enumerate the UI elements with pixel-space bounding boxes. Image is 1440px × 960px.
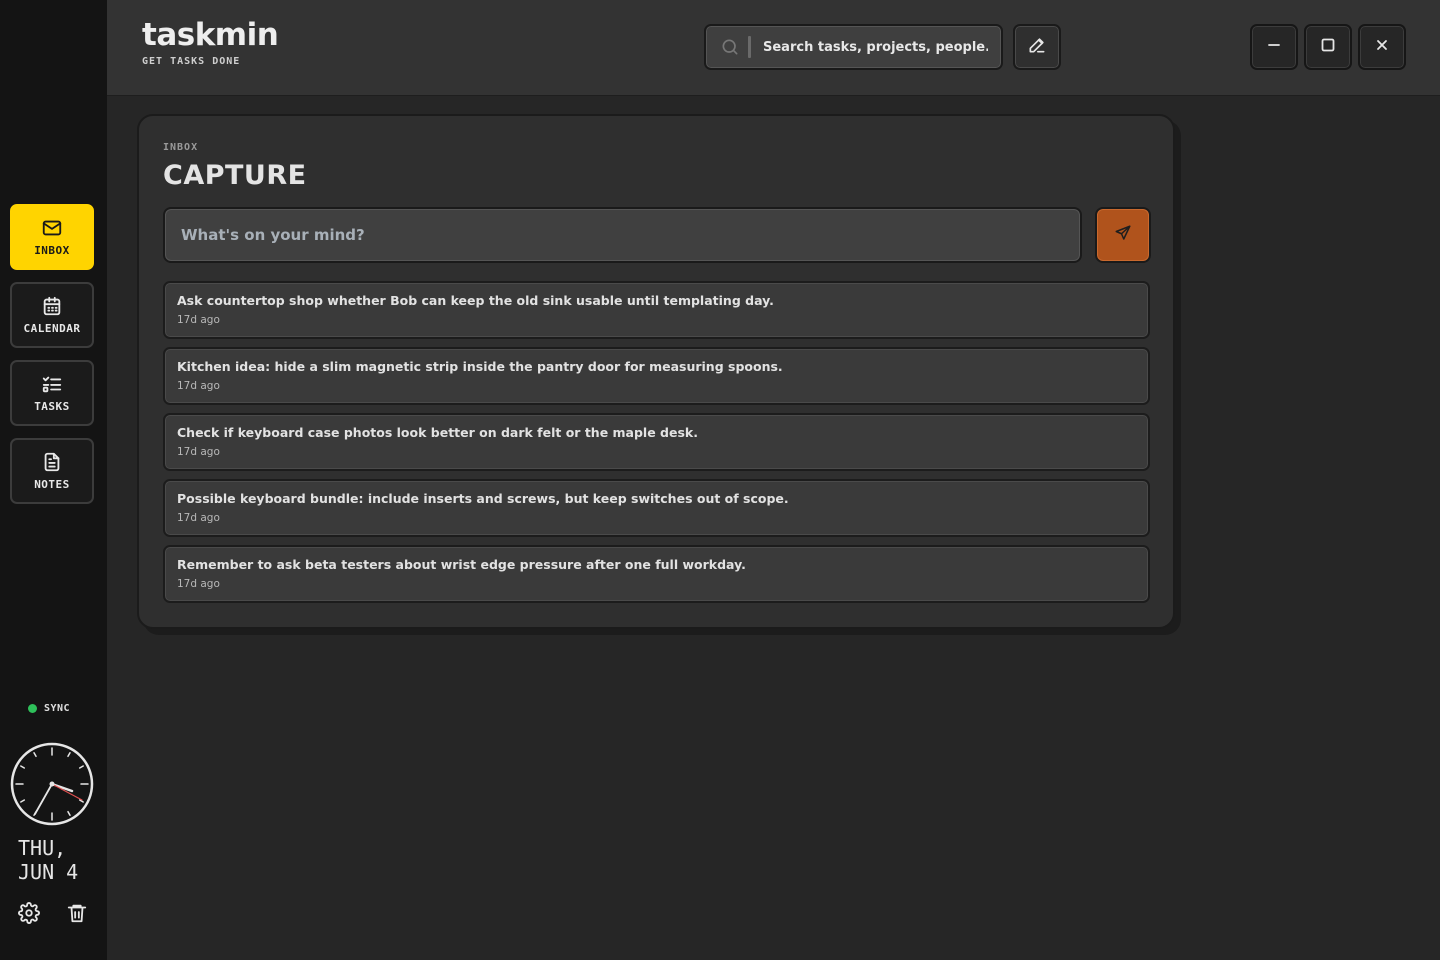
sidebar-item-label: CALENDAR xyxy=(23,322,81,335)
mail-icon xyxy=(41,217,63,239)
item-text: Possible keyboard bundle: include insert… xyxy=(177,491,789,506)
item-text: Kitchen idea: hide a slim magnetic strip… xyxy=(177,359,783,374)
maximize-button[interactable] xyxy=(1304,24,1352,70)
item-text: Ask countertop shop whether Bob can keep… xyxy=(177,293,774,308)
gear-icon[interactable] xyxy=(18,902,40,924)
panel-kicker: INBOX xyxy=(163,142,199,153)
list-item[interactable]: Kitchen idea: hide a slim magnetic strip… xyxy=(163,347,1150,405)
inbox-list: Ask countertop shop whether Bob can keep… xyxy=(163,281,1150,611)
search-box[interactable] xyxy=(704,24,1003,70)
search-divider xyxy=(748,36,751,58)
sync-label: SYNC xyxy=(44,703,71,714)
sidebar-item-label: NOTES xyxy=(34,478,70,491)
sync-status: SYNC xyxy=(28,703,70,714)
window-controls xyxy=(1250,24,1406,70)
close-icon xyxy=(1374,37,1390,57)
sidebar-item-inbox[interactable]: INBOX xyxy=(10,204,94,270)
item-age: 17d ago xyxy=(177,446,220,458)
list-item[interactable]: Remember to ask beta testers about wrist… xyxy=(163,545,1150,603)
sidebar-item-calendar[interactable]: CALENDAR xyxy=(10,282,94,348)
minimize-button[interactable] xyxy=(1250,24,1298,70)
analog-clock xyxy=(10,742,94,826)
sync-indicator xyxy=(28,704,37,713)
send-button[interactable] xyxy=(1095,207,1151,263)
sidebar-item-tasks[interactable]: TASKS xyxy=(10,360,94,426)
sidebar-actions xyxy=(18,902,88,924)
list-check-icon xyxy=(41,373,63,395)
current-date: THU, JUN 4 xyxy=(18,836,79,884)
compose-button[interactable] xyxy=(1013,24,1061,70)
maximize-icon xyxy=(1320,37,1336,57)
list-item[interactable]: Possible keyboard bundle: include insert… xyxy=(163,479,1150,537)
sidebar-item-notes[interactable]: NOTES xyxy=(10,438,94,504)
list-item[interactable]: Check if keyboard case photos look bette… xyxy=(163,413,1150,471)
sidebar: INBOX CALENDAR TASKS NOTES SYNC THU, JUN… xyxy=(0,0,107,960)
file-text-icon xyxy=(41,451,63,473)
send-icon xyxy=(1114,224,1132,246)
sidebar-item-label: INBOX xyxy=(34,244,70,257)
capture-panel: INBOX CAPTURE Ask countertop shop whethe… xyxy=(137,114,1175,629)
pencil-icon xyxy=(1027,35,1047,59)
item-text: Remember to ask beta testers about wrist… xyxy=(177,557,746,572)
search-input[interactable] xyxy=(763,39,988,55)
item-text: Check if keyboard case photos look bette… xyxy=(177,425,698,440)
calendar-icon xyxy=(41,295,63,317)
minimize-icon xyxy=(1266,37,1282,57)
app-header: taskmin GET TASKS DONE xyxy=(107,0,1440,96)
sidebar-item-label: TASKS xyxy=(34,400,70,413)
item-age: 17d ago xyxy=(177,380,220,392)
search-icon xyxy=(720,37,740,57)
trash-icon[interactable] xyxy=(66,902,88,924)
capture-input[interactable] xyxy=(163,207,1082,263)
item-age: 17d ago xyxy=(177,512,220,524)
sidebar-nav: INBOX CALENDAR TASKS NOTES xyxy=(10,204,94,516)
list-item[interactable]: Ask countertop shop whether Bob can keep… xyxy=(163,281,1150,339)
brand: taskmin GET TASKS DONE xyxy=(142,17,279,67)
close-button[interactable] xyxy=(1358,24,1406,70)
item-age: 17d ago xyxy=(177,578,220,590)
page-title: CAPTURE xyxy=(163,160,307,191)
app-tagline: GET TASKS DONE xyxy=(142,56,241,67)
item-age: 17d ago xyxy=(177,314,220,326)
app-name: taskmin xyxy=(142,17,279,53)
